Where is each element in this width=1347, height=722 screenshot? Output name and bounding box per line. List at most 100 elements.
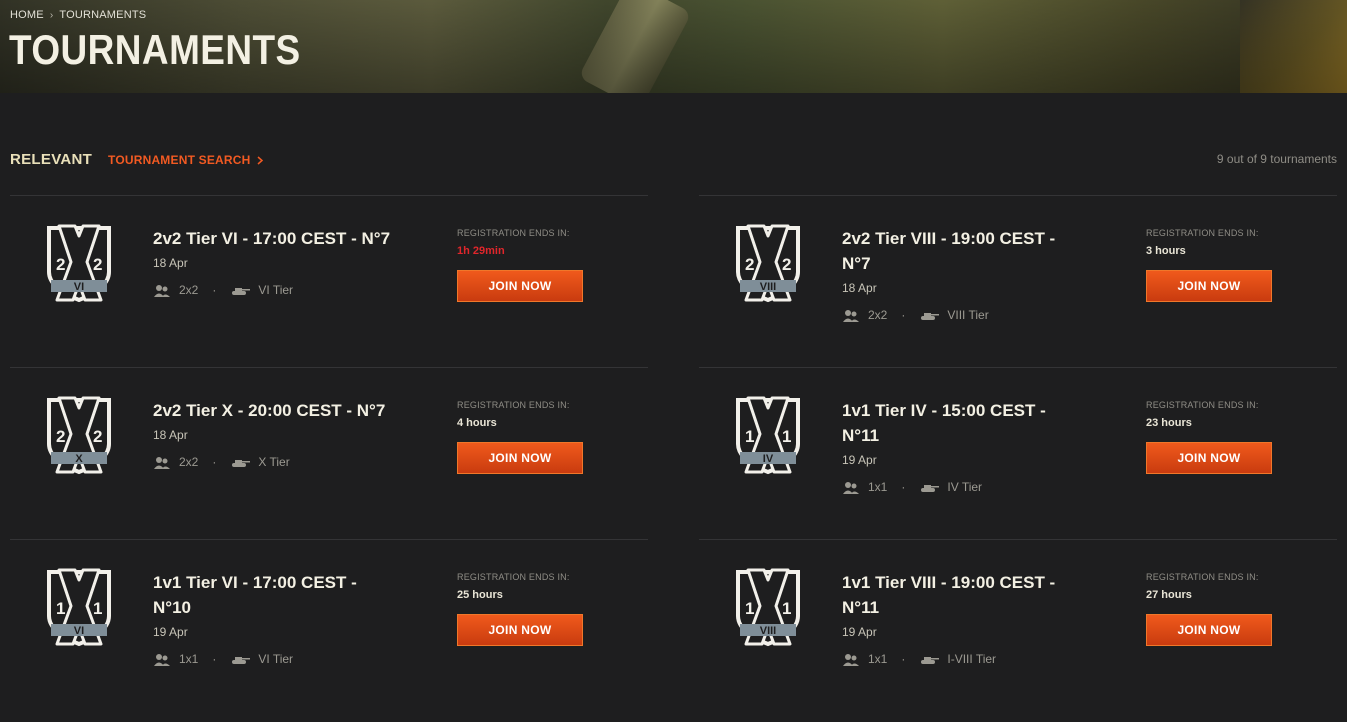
svg-text:1: 1 xyxy=(782,599,791,618)
tournament-name[interactable]: 1v1 Tier IV - 15:00 CEST - N°11 xyxy=(842,398,1082,448)
team-icon xyxy=(153,455,171,470)
tournament-meta: 1x1 · VI Tier xyxy=(153,652,293,667)
svg-text:1: 1 xyxy=(56,599,65,618)
registration-time: 4 hours xyxy=(457,417,497,429)
tournament-meta: 2x2 · VIII Tier xyxy=(842,308,989,323)
svg-text:IV: IV xyxy=(763,453,774,465)
tournament-name[interactable]: 2v2 Tier VI - 17:00 CEST - N°7 xyxy=(153,226,393,251)
breadcrumb-current: TOURNAMENTS xyxy=(59,9,147,21)
join-now-button[interactable]: JOIN NOW xyxy=(1146,442,1272,474)
registration-time: 25 hours xyxy=(457,589,503,601)
svg-text:1: 1 xyxy=(782,427,791,446)
tournament-tier: VI Tier xyxy=(258,283,294,298)
registration-time: 3 hours xyxy=(1146,245,1186,257)
svg-text:2: 2 xyxy=(782,255,791,274)
tournament-card[interactable]: 1 1 VI 1v1 Tier VI - 17:00 CEST - N°10 1… xyxy=(10,539,648,711)
tournament-mode: 1x1 xyxy=(179,652,199,667)
join-now-button[interactable]: JOIN NOW xyxy=(457,270,583,302)
tournament-meta: 2x2 · VI Tier xyxy=(153,283,293,298)
team-icon xyxy=(842,480,860,495)
registration-label: REGISTRATION ENDS IN: xyxy=(1146,228,1259,238)
tournament-emblem-icon: 1 1 VI xyxy=(43,566,115,648)
svg-text:2: 2 xyxy=(93,255,102,274)
tournament-meta: 1x1 · I-VIII Tier xyxy=(842,652,996,667)
tournament-card[interactable]: 1 1 IV 1v1 Tier IV - 15:00 CEST - N°11 1… xyxy=(699,367,1337,539)
team-icon xyxy=(842,652,860,667)
tank-icon xyxy=(230,455,251,469)
svg-text:VIII: VIII xyxy=(760,625,777,637)
svg-text:2: 2 xyxy=(93,427,102,446)
team-icon xyxy=(153,652,171,667)
separator-dot: · xyxy=(212,652,217,667)
svg-text:1: 1 xyxy=(745,427,754,446)
tournament-date: 18 Apr xyxy=(842,281,877,295)
svg-text:VI: VI xyxy=(74,625,84,637)
tournament-emblem-icon: 2 2 VIII xyxy=(732,222,804,304)
join-now-button[interactable]: JOIN NOW xyxy=(1146,614,1272,646)
separator-dot: · xyxy=(901,308,906,323)
tournament-tier: VIII Tier xyxy=(947,308,989,323)
tournament-card[interactable]: 1 1 VIII 1v1 Tier VIII - 19:00 CEST - N°… xyxy=(699,539,1337,711)
tank-icon xyxy=(230,283,251,297)
svg-text:2: 2 xyxy=(745,255,754,274)
tab-relevant[interactable]: RELEVANT xyxy=(10,151,92,168)
tournament-name[interactable]: 2v2 Tier X - 20:00 CEST - N°7 xyxy=(153,398,393,423)
tournament-date: 19 Apr xyxy=(842,453,877,467)
tournament-search-link[interactable]: TOURNAMENT SEARCH xyxy=(108,153,263,167)
tournament-date: 18 Apr xyxy=(153,428,188,442)
registration-label: REGISTRATION ENDS IN: xyxy=(1146,400,1259,410)
tournament-card[interactable]: 2 2 VIII 2v2 Tier VIII - 19:00 CEST - N°… xyxy=(699,195,1337,367)
separator-dot: · xyxy=(212,455,217,470)
tournament-name[interactable]: 2v2 Tier VIII - 19:00 CEST - N°7 xyxy=(842,226,1082,276)
tournament-emblem-icon: 1 1 VIII xyxy=(732,566,804,648)
toolbar: RELEVANT TOURNAMENT SEARCH 9 out of 9 to… xyxy=(0,145,1347,175)
tank-icon xyxy=(230,652,251,666)
join-now-button[interactable]: JOIN NOW xyxy=(457,614,583,646)
tank-icon xyxy=(919,480,940,494)
breadcrumb: HOME › TOURNAMENTS xyxy=(10,9,146,21)
tournament-card[interactable]: 2 2 VI 2v2 Tier VI - 17:00 CEST - N°7 18… xyxy=(10,195,648,367)
tournament-meta: 1x1 · IV Tier xyxy=(842,480,982,495)
chevron-right-icon xyxy=(257,155,263,165)
chevron-right-icon: › xyxy=(49,9,54,21)
page-title: TOURNAMENTS xyxy=(9,26,301,73)
registration-label: REGISTRATION ENDS IN: xyxy=(457,572,570,582)
breadcrumb-home[interactable]: HOME xyxy=(10,9,44,21)
tournament-date: 19 Apr xyxy=(153,625,188,639)
tank-icon xyxy=(919,652,940,666)
tournament-search-label: TOURNAMENT SEARCH xyxy=(108,153,251,167)
tournament-count: 9 out of 9 tournaments xyxy=(1216,152,1337,166)
join-now-button[interactable]: JOIN NOW xyxy=(457,442,583,474)
registration-time: 1h 29min xyxy=(457,245,505,257)
svg-text:2: 2 xyxy=(56,255,65,274)
tournament-emblem-icon: 1 1 IV xyxy=(732,394,804,476)
tournament-name[interactable]: 1v1 Tier VI - 17:00 CEST - N°10 xyxy=(153,570,393,620)
registration-time: 27 hours xyxy=(1146,589,1192,601)
tournament-date: 18 Apr xyxy=(153,256,188,270)
separator-dot: · xyxy=(901,480,906,495)
tournament-mode: 1x1 xyxy=(868,652,888,667)
registration-label: REGISTRATION ENDS IN: xyxy=(457,228,570,238)
svg-text:1: 1 xyxy=(93,599,102,618)
tournament-mode: 1x1 xyxy=(868,480,888,495)
tournament-card[interactable]: 2 2 X 2v2 Tier X - 20:00 CEST - N°7 18 A… xyxy=(10,367,648,539)
join-now-button[interactable]: JOIN NOW xyxy=(1146,270,1272,302)
svg-text:VIII: VIII xyxy=(760,281,777,293)
svg-text:VI: VI xyxy=(74,281,84,293)
svg-text:1: 1 xyxy=(745,599,754,618)
tournament-name[interactable]: 1v1 Tier VIII - 19:00 CEST - N°11 xyxy=(842,570,1082,620)
tournament-meta: 2x2 · X Tier xyxy=(153,455,290,470)
team-icon xyxy=(842,308,860,323)
svg-text:2: 2 xyxy=(56,427,65,446)
tournament-mode: 2x2 xyxy=(179,455,199,470)
team-icon xyxy=(153,283,171,298)
registration-time: 23 hours xyxy=(1146,417,1192,429)
svg-text:X: X xyxy=(75,453,83,465)
tournament-mode: 2x2 xyxy=(179,283,199,298)
tournament-emblem-icon: 2 2 VI xyxy=(43,222,115,304)
tank-icon xyxy=(919,308,940,322)
registration-label: REGISTRATION ENDS IN: xyxy=(1146,572,1259,582)
tournament-emblem-icon: 2 2 X xyxy=(43,394,115,476)
separator-dot: · xyxy=(212,283,217,298)
tournament-tier: VI Tier xyxy=(258,652,294,667)
